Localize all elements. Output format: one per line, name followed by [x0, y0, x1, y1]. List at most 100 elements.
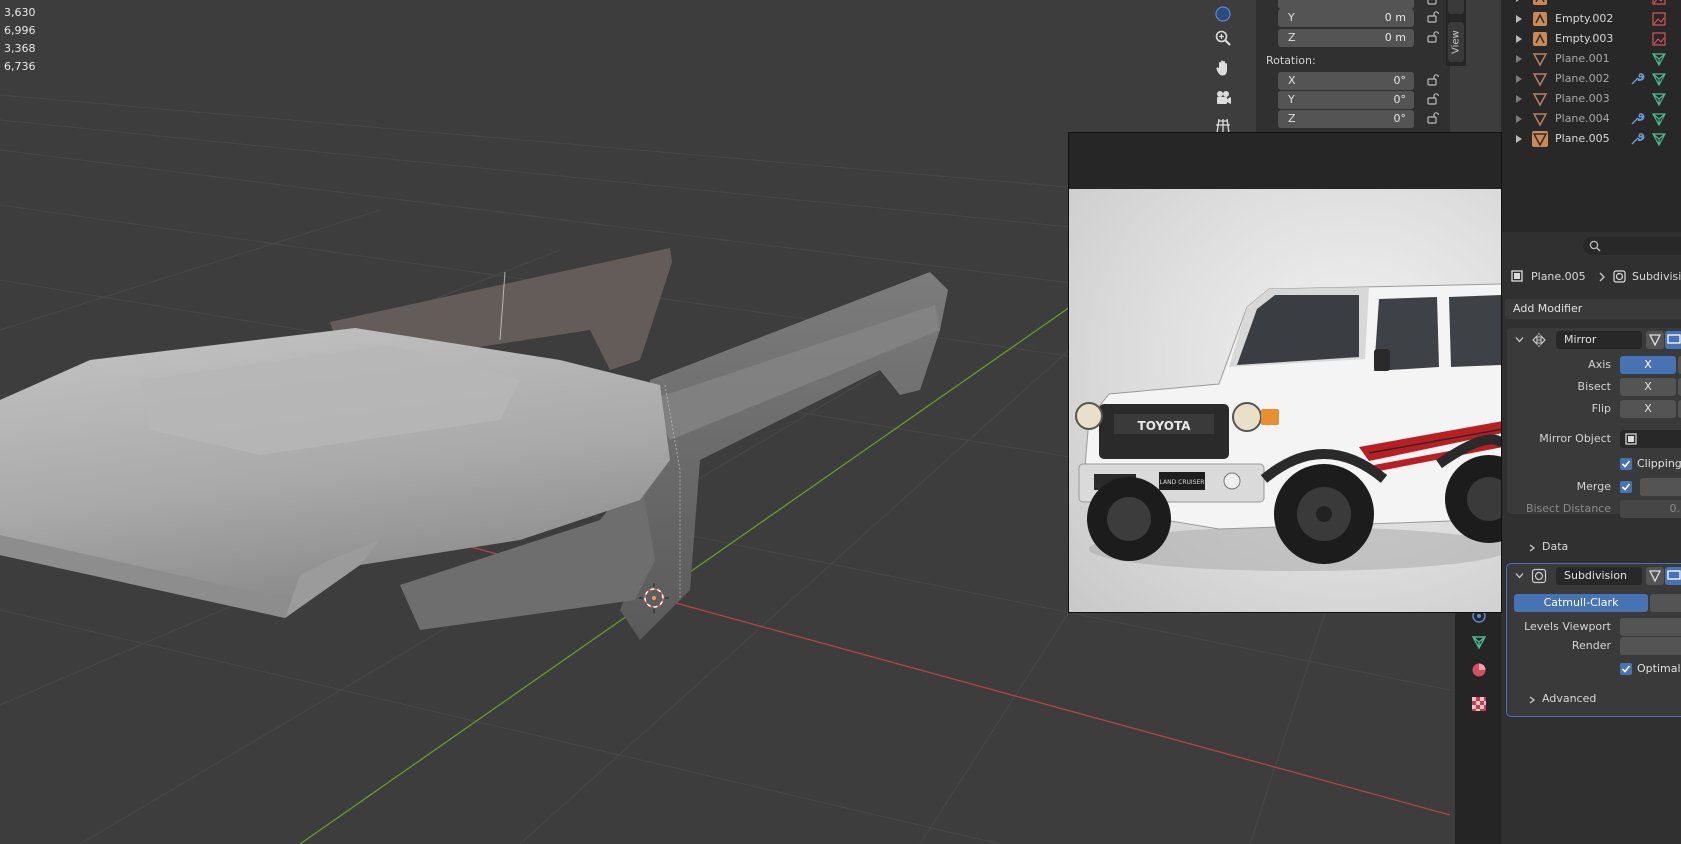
- advanced-subpanel-header[interactable]: Advanced: [1542, 692, 1596, 705]
- viewport-display-toggle[interactable]: [1665, 331, 1681, 349]
- levels-viewport-field[interactable]: [1620, 618, 1681, 636]
- outliner-item-name[interactable]: Plane.005: [1555, 132, 1610, 145]
- outliner-row[interactable]: Plane.003: [1501, 89, 1681, 109]
- lock-icon[interactable]: [1426, 111, 1440, 125]
- edit-mode-toggle[interactable]: [1646, 331, 1664, 349]
- expand-arrow-icon[interactable]: [1516, 115, 1522, 123]
- data-subpanel-header[interactable]: Data: [1542, 540, 1568, 553]
- outliner-item-name[interactable]: Plane.003: [1555, 92, 1610, 105]
- chevron-right-icon[interactable]: [1528, 696, 1536, 704]
- image-data-icon: [1652, 12, 1666, 26]
- clipping-label: Clipping: [1637, 457, 1681, 470]
- expand-arrow-icon[interactable]: [1516, 75, 1522, 83]
- tab-view[interactable]: View: [1448, 22, 1464, 62]
- breadcrumb-modifier: Subdivisi: [1632, 270, 1681, 283]
- lock-icon[interactable]: [1426, 73, 1440, 87]
- mirror-object-field[interactable]: [1620, 430, 1681, 448]
- axis-ball-icon: [1215, 6, 1231, 22]
- render-levels-field[interactable]: [1620, 637, 1681, 655]
- outliner-row[interactable]: Plane.002: [1501, 69, 1681, 89]
- pan-button[interactable]: [1210, 55, 1236, 81]
- viewport-display-toggle[interactable]: [1665, 567, 1681, 585]
- bisect-distance-field[interactable]: 0.: [1620, 500, 1681, 518]
- mesh-object-icon: [1532, 73, 1548, 87]
- location-z-row[interactable]: Z 0 m: [1268, 29, 1446, 47]
- object-icon: [1511, 270, 1523, 282]
- location-x-field[interactable]: [1278, 0, 1414, 9]
- rotation-z-field[interactable]: Z 0°: [1278, 110, 1414, 128]
- merge-checkbox[interactable]: [1620, 481, 1632, 493]
- outliner-item-name[interactable]: Plane.001: [1555, 52, 1610, 65]
- location-x-row[interactable]: [1268, 0, 1446, 9]
- tab-tool[interactable]: [1448, 0, 1464, 14]
- mirror-modifier-panel: Mirror Axis X Bisect X Flip X Mirror Obj…: [1507, 328, 1681, 518]
- outliner-row[interactable]: Empty.002: [1501, 9, 1681, 29]
- rotation-y-row[interactable]: Y 0°: [1268, 91, 1446, 109]
- rotation-z-row[interactable]: Z 0°: [1268, 110, 1446, 128]
- rotation-x-row[interactable]: X 0°: [1268, 72, 1446, 90]
- rotation-x-field[interactable]: X 0°: [1278, 72, 1414, 90]
- location-z-field[interactable]: Z 0 m: [1278, 29, 1414, 47]
- outliner-item-name[interactable]: Empty.002: [1555, 12, 1613, 25]
- subdivision-modifier-name[interactable]: Subdivision: [1556, 567, 1642, 585]
- outliner-item-name[interactable]: Plane.002: [1555, 72, 1610, 85]
- lock-icon[interactable]: [1426, 92, 1440, 106]
- mirror-modifier-header[interactable]: Mirror: [1507, 328, 1681, 352]
- suv-illustration: TOYOTA LAND CRUISER: [1075, 283, 1501, 571]
- outliner-row-selected[interactable]: Plane.005: [1501, 129, 1681, 149]
- mesh-edit-icon: [1648, 570, 1662, 583]
- optimal-display-checkbox[interactable]: [1620, 663, 1632, 675]
- location-y-row[interactable]: Y 0 m: [1268, 9, 1446, 27]
- texture-tab-icon[interactable]: [1471, 696, 1487, 712]
- expand-arrow-icon[interactable]: [1516, 35, 1522, 43]
- expand-arrow-icon[interactable]: [1516, 0, 1522, 2]
- car-body-mesh[interactable]: [0, 248, 948, 640]
- rotation-x-value: 0°: [1393, 74, 1407, 87]
- outliner-row[interactable]: Plane.004: [1501, 109, 1681, 129]
- subdivision-modifier-header[interactable]: Subdivision: [1507, 564, 1681, 588]
- add-modifier-button[interactable]: Add Modifier: [1505, 299, 1681, 319]
- outliner-row[interactable]: Plane.001: [1501, 49, 1681, 69]
- expand-arrow-icon[interactable]: [1516, 135, 1522, 143]
- lock-icon[interactable]: [1426, 10, 1440, 24]
- lock-icon[interactable]: [1426, 30, 1440, 44]
- wrench-icon: [1631, 113, 1645, 125]
- location-y-field[interactable]: Y 0 m: [1278, 9, 1414, 27]
- mesh-data-tab-icon[interactable]: [1471, 634, 1487, 650]
- reference-image-window[interactable]: TOYOTA LAND CRUISER: [1068, 132, 1502, 613]
- clipping-checkbox[interactable]: [1620, 458, 1632, 470]
- chevron-down-icon[interactable]: [1515, 571, 1524, 580]
- grille-brand-text: TOYOTA: [1138, 419, 1192, 433]
- outliner-item-name[interactable]: Plane.004: [1555, 112, 1610, 125]
- camera-view-button[interactable]: [1210, 85, 1236, 111]
- catmull-clark-toggle[interactable]: Catmull-Clark: [1514, 594, 1648, 612]
- mirror-modifier-name[interactable]: Mirror: [1556, 331, 1642, 349]
- outliner-row[interactable]: Empty.003: [1501, 29, 1681, 49]
- bisect-x-toggle[interactable]: X: [1620, 378, 1676, 396]
- chevron-right-icon[interactable]: [1528, 544, 1536, 552]
- expand-arrow-icon[interactable]: [1516, 15, 1522, 23]
- orientation-gizmo[interactable]: [1210, 1, 1236, 27]
- edit-mode-toggle[interactable]: [1646, 567, 1664, 585]
- zoom-button[interactable]: [1210, 25, 1236, 51]
- outliner-row[interactable]: [1501, 0, 1681, 8]
- lock-icon[interactable]: [1426, 0, 1440, 6]
- simple-toggle[interactable]: [1650, 594, 1681, 612]
- chevron-down-icon[interactable]: [1515, 335, 1524, 344]
- rotation-y-field[interactable]: Y 0°: [1278, 91, 1414, 109]
- expand-arrow-icon[interactable]: [1516, 55, 1522, 63]
- properties-search-input[interactable]: [1583, 237, 1681, 255]
- flip-x-toggle[interactable]: X: [1620, 400, 1676, 418]
- expand-arrow-icon[interactable]: [1516, 95, 1522, 103]
- outliner-item-name[interactable]: Empty.003: [1555, 32, 1613, 45]
- material-tab-icon[interactable]: [1471, 662, 1487, 678]
- checkmark-icon: [1621, 483, 1631, 491]
- mirror-modifier-icon: [1532, 333, 1546, 347]
- axis-x-toggle[interactable]: X: [1620, 356, 1676, 374]
- plate-text: LAND CRUISER: [1160, 479, 1205, 486]
- mirror-object-label: Mirror Object: [1539, 432, 1611, 445]
- merge-distance-field[interactable]: [1640, 478, 1681, 496]
- stat-line: 3,368: [4, 42, 36, 55]
- image-window-titlebar[interactable]: [1069, 133, 1501, 189]
- zoom-icon: [1215, 30, 1231, 46]
